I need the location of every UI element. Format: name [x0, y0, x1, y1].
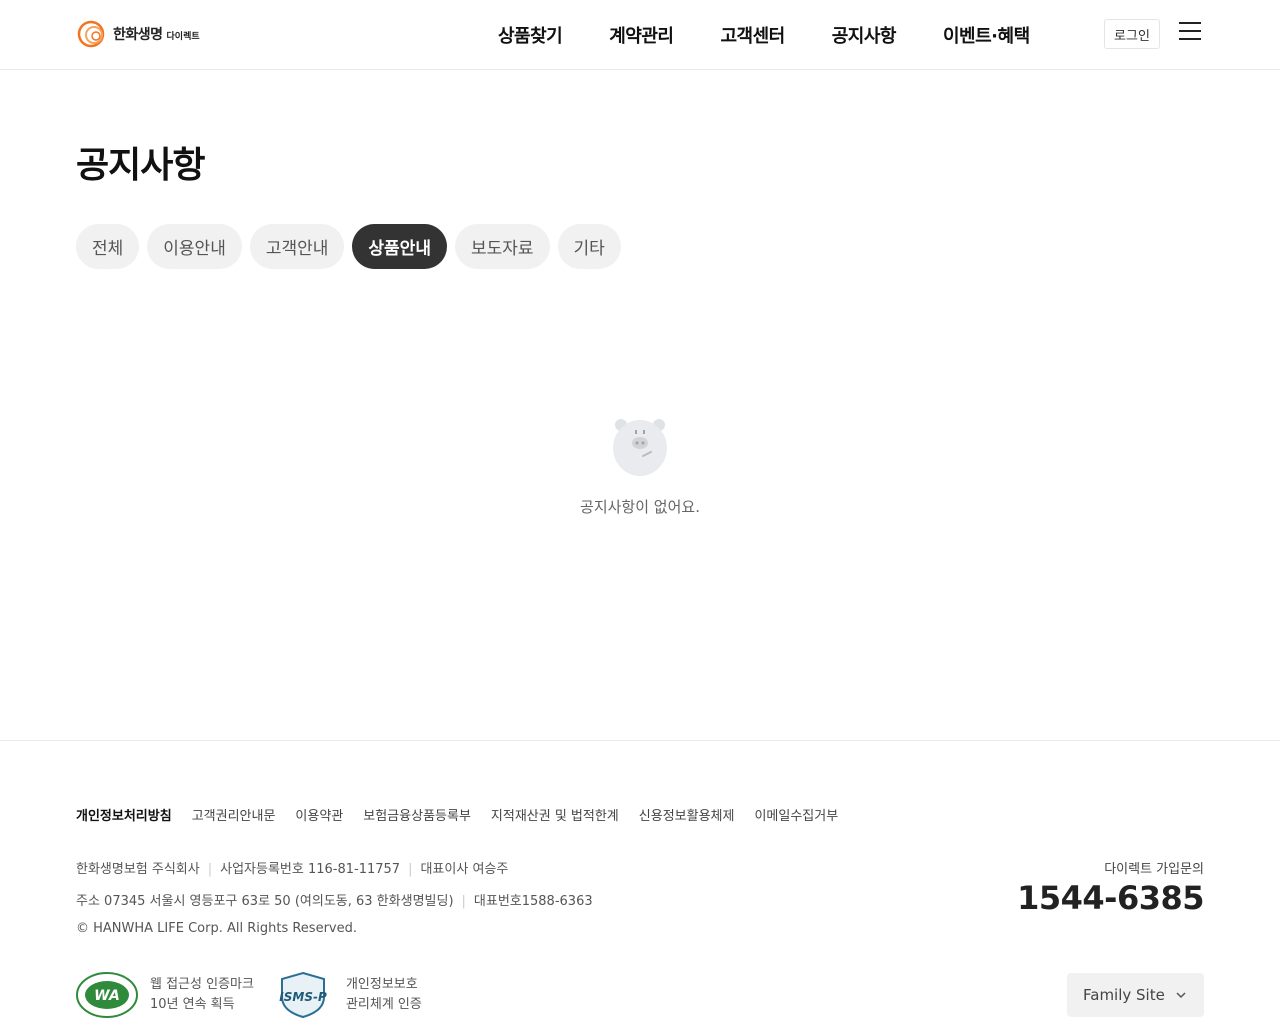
header: 한화생명 다이렉트 상품찾기 계약관리 고객센터 공지사항 이벤트·혜택 로그인: [0, 0, 1280, 70]
svg-text:WA: WA: [94, 988, 120, 1004]
tab-product-guide[interactable]: 상품안내: [352, 224, 447, 269]
tab-press-release[interactable]: 보도자료: [454, 224, 550, 269]
copyright: © HANWHA LIFE Corp. All Rights Reserved.: [76, 921, 357, 936]
nav-events[interactable]: 이벤트·혜택: [943, 22, 1030, 48]
piggy-bank-icon: [613, 419, 667, 476]
footer-link-privacy-policy[interactable]: 개인정보처리방침: [76, 805, 172, 824]
company-name: 한화생명보험 주식회사: [76, 862, 200, 877]
nav-product-search[interactable]: 상품찾기: [498, 22, 563, 48]
footer-link-terms[interactable]: 이용약관: [295, 805, 343, 824]
address: 주소 07345 서울시 영등포구 63로 50 (여의도동, 63 한화생명빌…: [76, 894, 454, 909]
svg-text:ISMS-P: ISMS-P: [279, 990, 327, 1004]
hanwha-logo-icon: [77, 20, 105, 48]
tab-usage-guide[interactable]: 이용안내: [147, 224, 242, 269]
company-info: 한화생명보험 주식회사 | 사업자등록번호 116-81-11757 | 대표이사 여승…: [76, 862, 509, 877]
nav-contract-management[interactable]: 계약관리: [609, 22, 674, 48]
footer-link-credit-info[interactable]: 신용정보활용체제: [639, 805, 735, 824]
logo-text: 한화생명: [113, 27, 163, 43]
footer-links: 개인정보처리방침 고객권리안내문 이용약관 보험금융상품등록부 지적재산권 및 …: [76, 805, 858, 824]
nav-notices[interactable]: 공지사항: [832, 22, 897, 48]
cert2-line1: 개인정보보호: [345, 977, 418, 992]
main-phone: 대표번호1588-6363: [473, 894, 593, 909]
chevron-down-icon: [1176, 992, 1186, 999]
footer-link-product-registry[interactable]: 보험금융상품등록부: [363, 805, 471, 824]
empty-state: 공지사항이 없어요.: [0, 416, 1280, 517]
isms-p-badge-icon: ISMS-P: [279, 971, 327, 1019]
ceo-name: 대표이사 여승주: [420, 862, 509, 877]
empty-message: 공지사항이 없어요.: [580, 498, 700, 516]
cert2-line2: 관리체계 인증: [345, 997, 422, 1012]
category-tabs: 전체 이용안내 고객안내 상품안내 보도자료 기타: [76, 224, 629, 269]
tab-other[interactable]: 기타: [557, 224, 621, 269]
nav-customer-center[interactable]: 고객센터: [721, 22, 786, 48]
tab-customer-guide[interactable]: 고객안내: [249, 224, 345, 269]
business-number: 사업자등록번호 116-81-11757: [220, 862, 401, 877]
logo-subtext: 다이렉트: [166, 32, 200, 42]
certifications: WA 웹 접근성 인증마크 10년 연속 획득 ISMS-P 개인정보보호 관리…: [76, 971, 440, 1019]
logo[interactable]: 한화생명 다이렉트: [76, 18, 200, 50]
login-button[interactable]: 로그인: [1104, 19, 1160, 49]
cert1-line1: 웹 접근성 인증마크: [150, 977, 254, 992]
isms-p-cert: ISMS-P 개인정보보호 관리체계 인증: [272, 971, 422, 1019]
web-accessibility-cert: WA 웹 접근성 인증마크 10년 연속 획득: [76, 971, 254, 1019]
family-site-label: Family Site: [1083, 986, 1165, 1004]
contact-label: 다이렉트 가입문의: [1104, 862, 1204, 877]
main-nav: 상품찾기 계약관리 고객센터 공지사항 이벤트·혜택: [498, 22, 1030, 48]
hamburger-icon[interactable]: [1178, 22, 1202, 46]
tab-all[interactable]: 전체: [76, 224, 140, 269]
footer: 개인정보처리방침 고객권리안내문 이용약관 보험금융상품등록부 지적재산권 및 …: [0, 740, 1280, 1024]
footer-link-ip-rights[interactable]: 지적재산권 및 법적한계: [491, 805, 619, 824]
footer-link-customer-rights[interactable]: 고객권리안내문: [192, 805, 276, 824]
cert1-line2: 10년 연속 획득: [150, 997, 235, 1012]
family-site-select[interactable]: Family Site: [1067, 973, 1204, 1017]
footer-link-email-refusal[interactable]: 이메일수집거부: [754, 805, 838, 824]
contact-phone[interactable]: 1544-6385: [1017, 879, 1204, 917]
page-title: 공지사항: [76, 145, 205, 186]
address-info: 주소 07345 서울시 영등포구 63로 50 (여의도동, 63 한화생명빌…: [76, 894, 593, 909]
wa-cert-badge-icon: WA: [76, 972, 138, 1018]
